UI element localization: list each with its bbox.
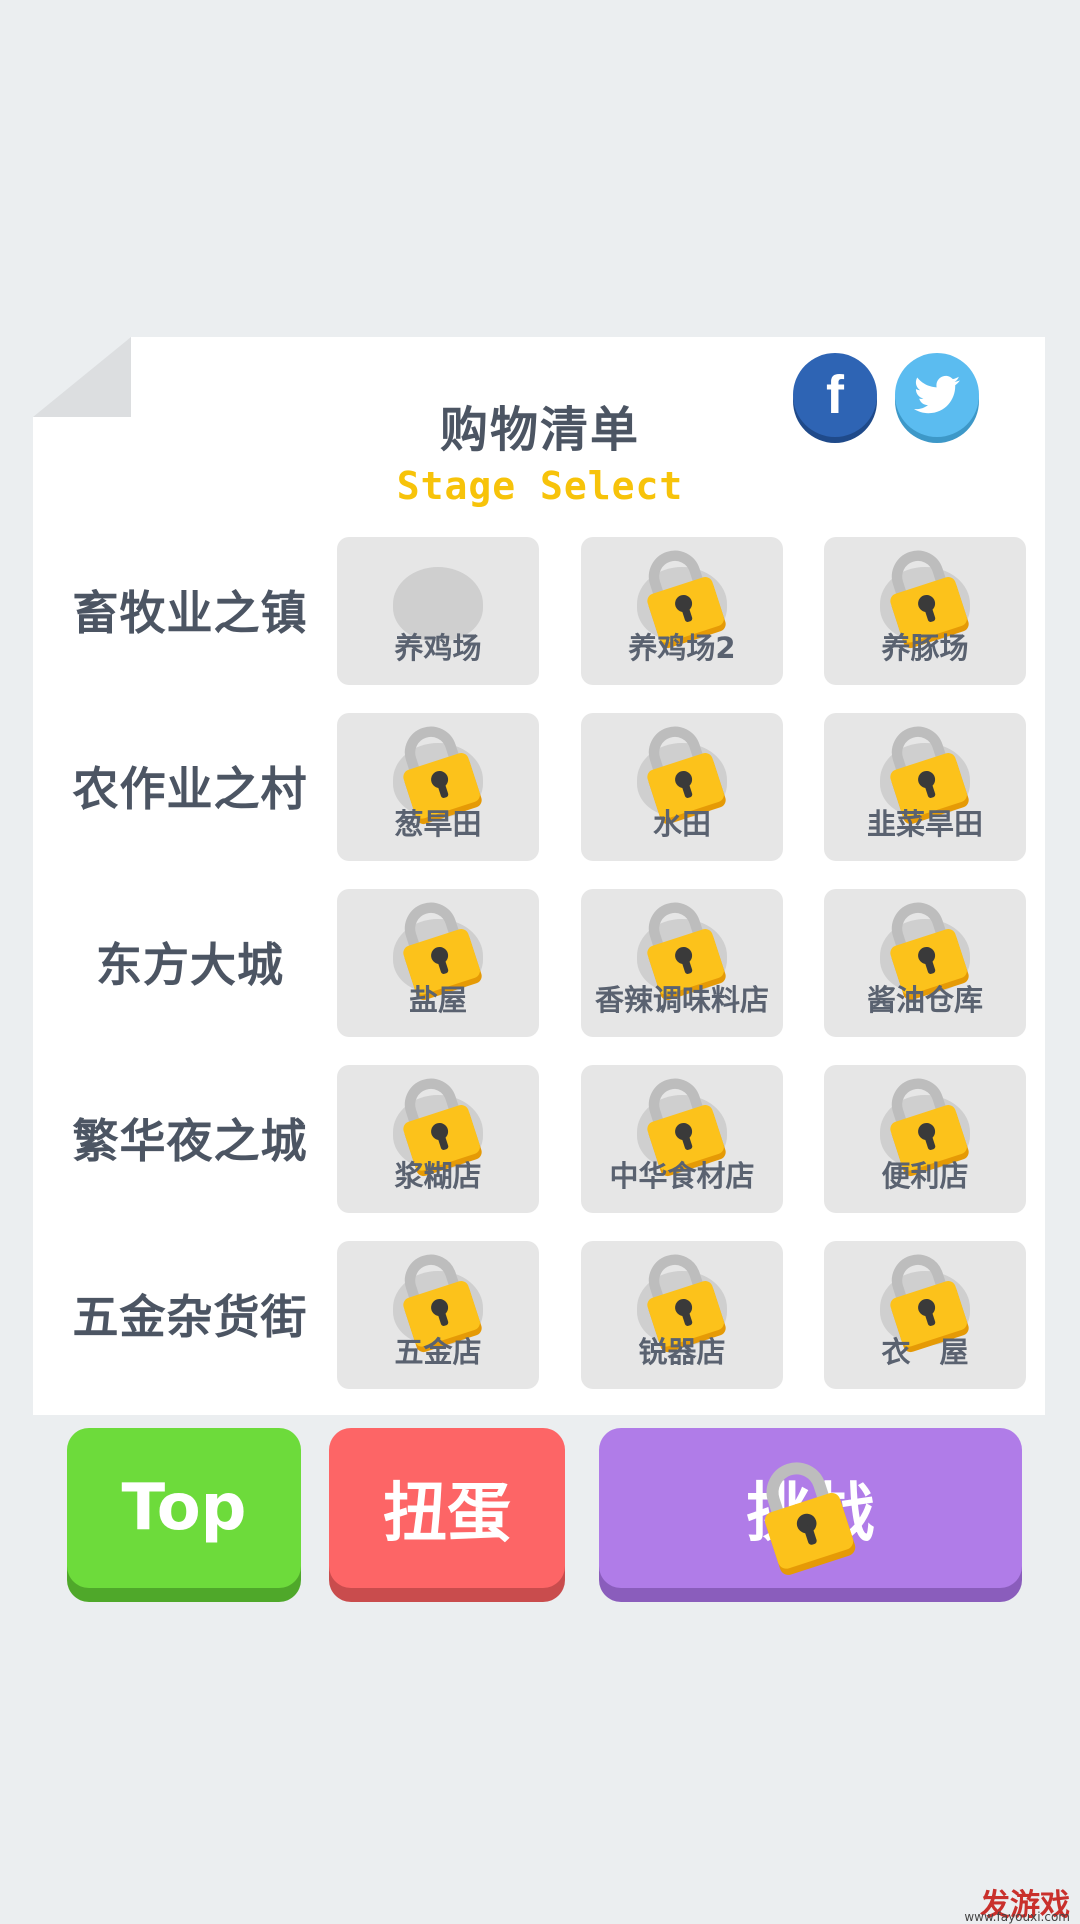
watermark-url: www.fayouxi.com [964, 1910, 1070, 1924]
row-label: 东方大城 [96, 938, 284, 992]
twitter-button[interactable] [895, 353, 979, 437]
stage-tile[interactable]: 养豚场 [824, 537, 1026, 685]
stage-label: 浆糊店 [394, 1159, 482, 1193]
stage-label: 酱油仓库 [866, 983, 983, 1017]
stage-tile[interactable]: 酱油仓库 [824, 889, 1026, 1037]
stage-tile[interactable]: 香辣调味料店 [581, 889, 783, 1037]
stage-tile[interactable]: 衣 屋 [824, 1241, 1026, 1389]
stage-tile[interactable]: 养鸡场 [337, 537, 539, 685]
lock-icon [764, 1462, 856, 1575]
stage-tile[interactable]: 盐屋 [337, 889, 539, 1037]
stage-label: 便利店 [881, 1159, 969, 1193]
stage-tile[interactable]: 水田 [581, 713, 783, 861]
stage-label: 葱旱田 [394, 807, 482, 841]
stage-tile[interactable]: 葱旱田 [337, 713, 539, 861]
row-label: 五金杂货街 [72, 1290, 308, 1344]
row-label: 畜牧业之镇 [72, 586, 308, 640]
twitter-icon [914, 375, 960, 414]
stage-label: 锐器店 [638, 1335, 726, 1369]
page-title: 购物清单 [439, 402, 640, 458]
facebook-button[interactable]: f [793, 353, 877, 437]
row-label: 繁华夜之城 [72, 1114, 308, 1168]
row-label: 农作业之村 [72, 762, 308, 816]
stage-label: 衣 屋 [881, 1335, 969, 1369]
stage-label: 养鸡场2 [628, 631, 736, 665]
gacha-button[interactable]: 扭蛋 [329, 1428, 565, 1588]
stage-tile[interactable]: 五金店 [337, 1241, 539, 1389]
stage-tile[interactable]: 中华食材店 [581, 1065, 783, 1213]
page-subtitle: Stage Select [396, 464, 684, 508]
gacha-button-label: 扭蛋 [383, 1477, 511, 1551]
top-button-label: Top [121, 1471, 247, 1545]
stage-label: 养鸡场 [394, 631, 482, 665]
stage-tile[interactable]: 便利店 [824, 1065, 1026, 1213]
stage-label: 盐屋 [408, 983, 467, 1017]
facebook-icon: f [826, 365, 844, 425]
stage-label: 韭菜旱田 [866, 807, 983, 841]
stage-tile[interactable]: 养鸡场2 [581, 537, 783, 685]
stage-label: 水田 [652, 807, 711, 841]
stage-label: 养豚场 [881, 631, 969, 665]
stage-tile[interactable]: 锐器店 [581, 1241, 783, 1389]
stage-tile[interactable]: 韭菜旱田 [824, 713, 1026, 861]
top-button[interactable]: Top [67, 1428, 301, 1588]
stage-label: 五金店 [394, 1335, 482, 1369]
challenge-button[interactable]: 挑战 [599, 1428, 1022, 1588]
stage-tile[interactable]: 浆糊店 [337, 1065, 539, 1213]
stage-label: 香辣调味料店 [594, 983, 769, 1017]
stage-label: 中华食材店 [609, 1159, 755, 1193]
